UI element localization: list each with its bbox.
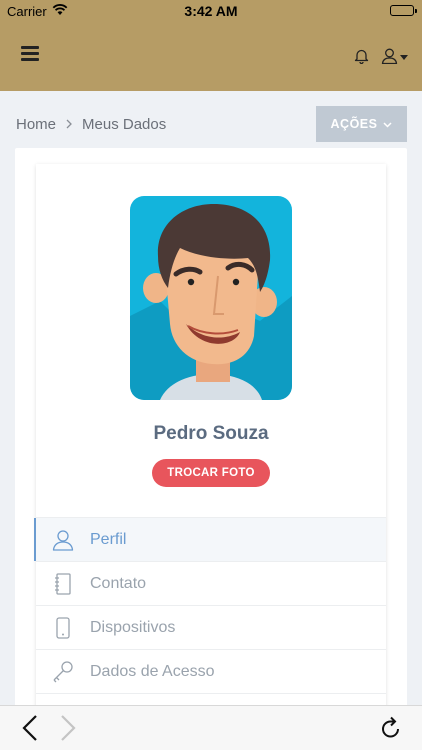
breadcrumb-current: Meus Dados [82,116,167,133]
menu-item-dispositivos[interactable]: Dispositivos [36,605,386,649]
bell-icon[interactable] [354,48,369,69]
menu-item-contato[interactable]: Contato [36,561,386,605]
change-photo-button[interactable]: TROCAR FOTO [152,459,270,487]
menu-item-label: Perfil [90,530,127,548]
hamburger-icon[interactable] [21,46,39,61]
actions-button[interactable]: AÇÕES [316,106,407,142]
forward-arrow-icon[interactable] [60,714,76,747]
profile-menu: Perfil Contato Dispositivos Dados de Ace… [34,517,386,737]
clock: 3:42 AM [184,3,238,19]
battery-icon [390,5,417,16]
app-header [0,22,422,91]
breadcrumb: Home Meus Dados [16,116,166,133]
menu-item-dados-de-acesso[interactable]: Dados de Acesso [36,649,386,693]
reload-icon[interactable] [380,716,402,745]
menu-item-label: Dados de Acesso [90,662,215,680]
chevron-down-icon [383,117,392,131]
avatar [130,196,292,400]
key-icon [36,660,90,683]
chevron-down-icon[interactable] [400,55,408,60]
browser-toolbar [0,705,422,750]
menu-item-label: Contato [90,574,147,592]
address-book-icon [36,572,90,595]
chevron-right-icon [66,116,72,133]
actions-label: AÇÕES [330,117,378,131]
back-arrow-icon[interactable] [22,714,38,747]
user-icon [36,529,90,551]
phone-icon [36,616,90,639]
status-bar: Carrier 3:42 AM [0,0,422,22]
menu-item-label: Dispositivos [90,618,176,636]
user-icon[interactable] [381,48,398,69]
menu-item-perfil[interactable]: Perfil [34,517,386,561]
user-name: Pedro Souza [153,423,269,444]
breadcrumb-home[interactable]: Home [16,116,56,133]
